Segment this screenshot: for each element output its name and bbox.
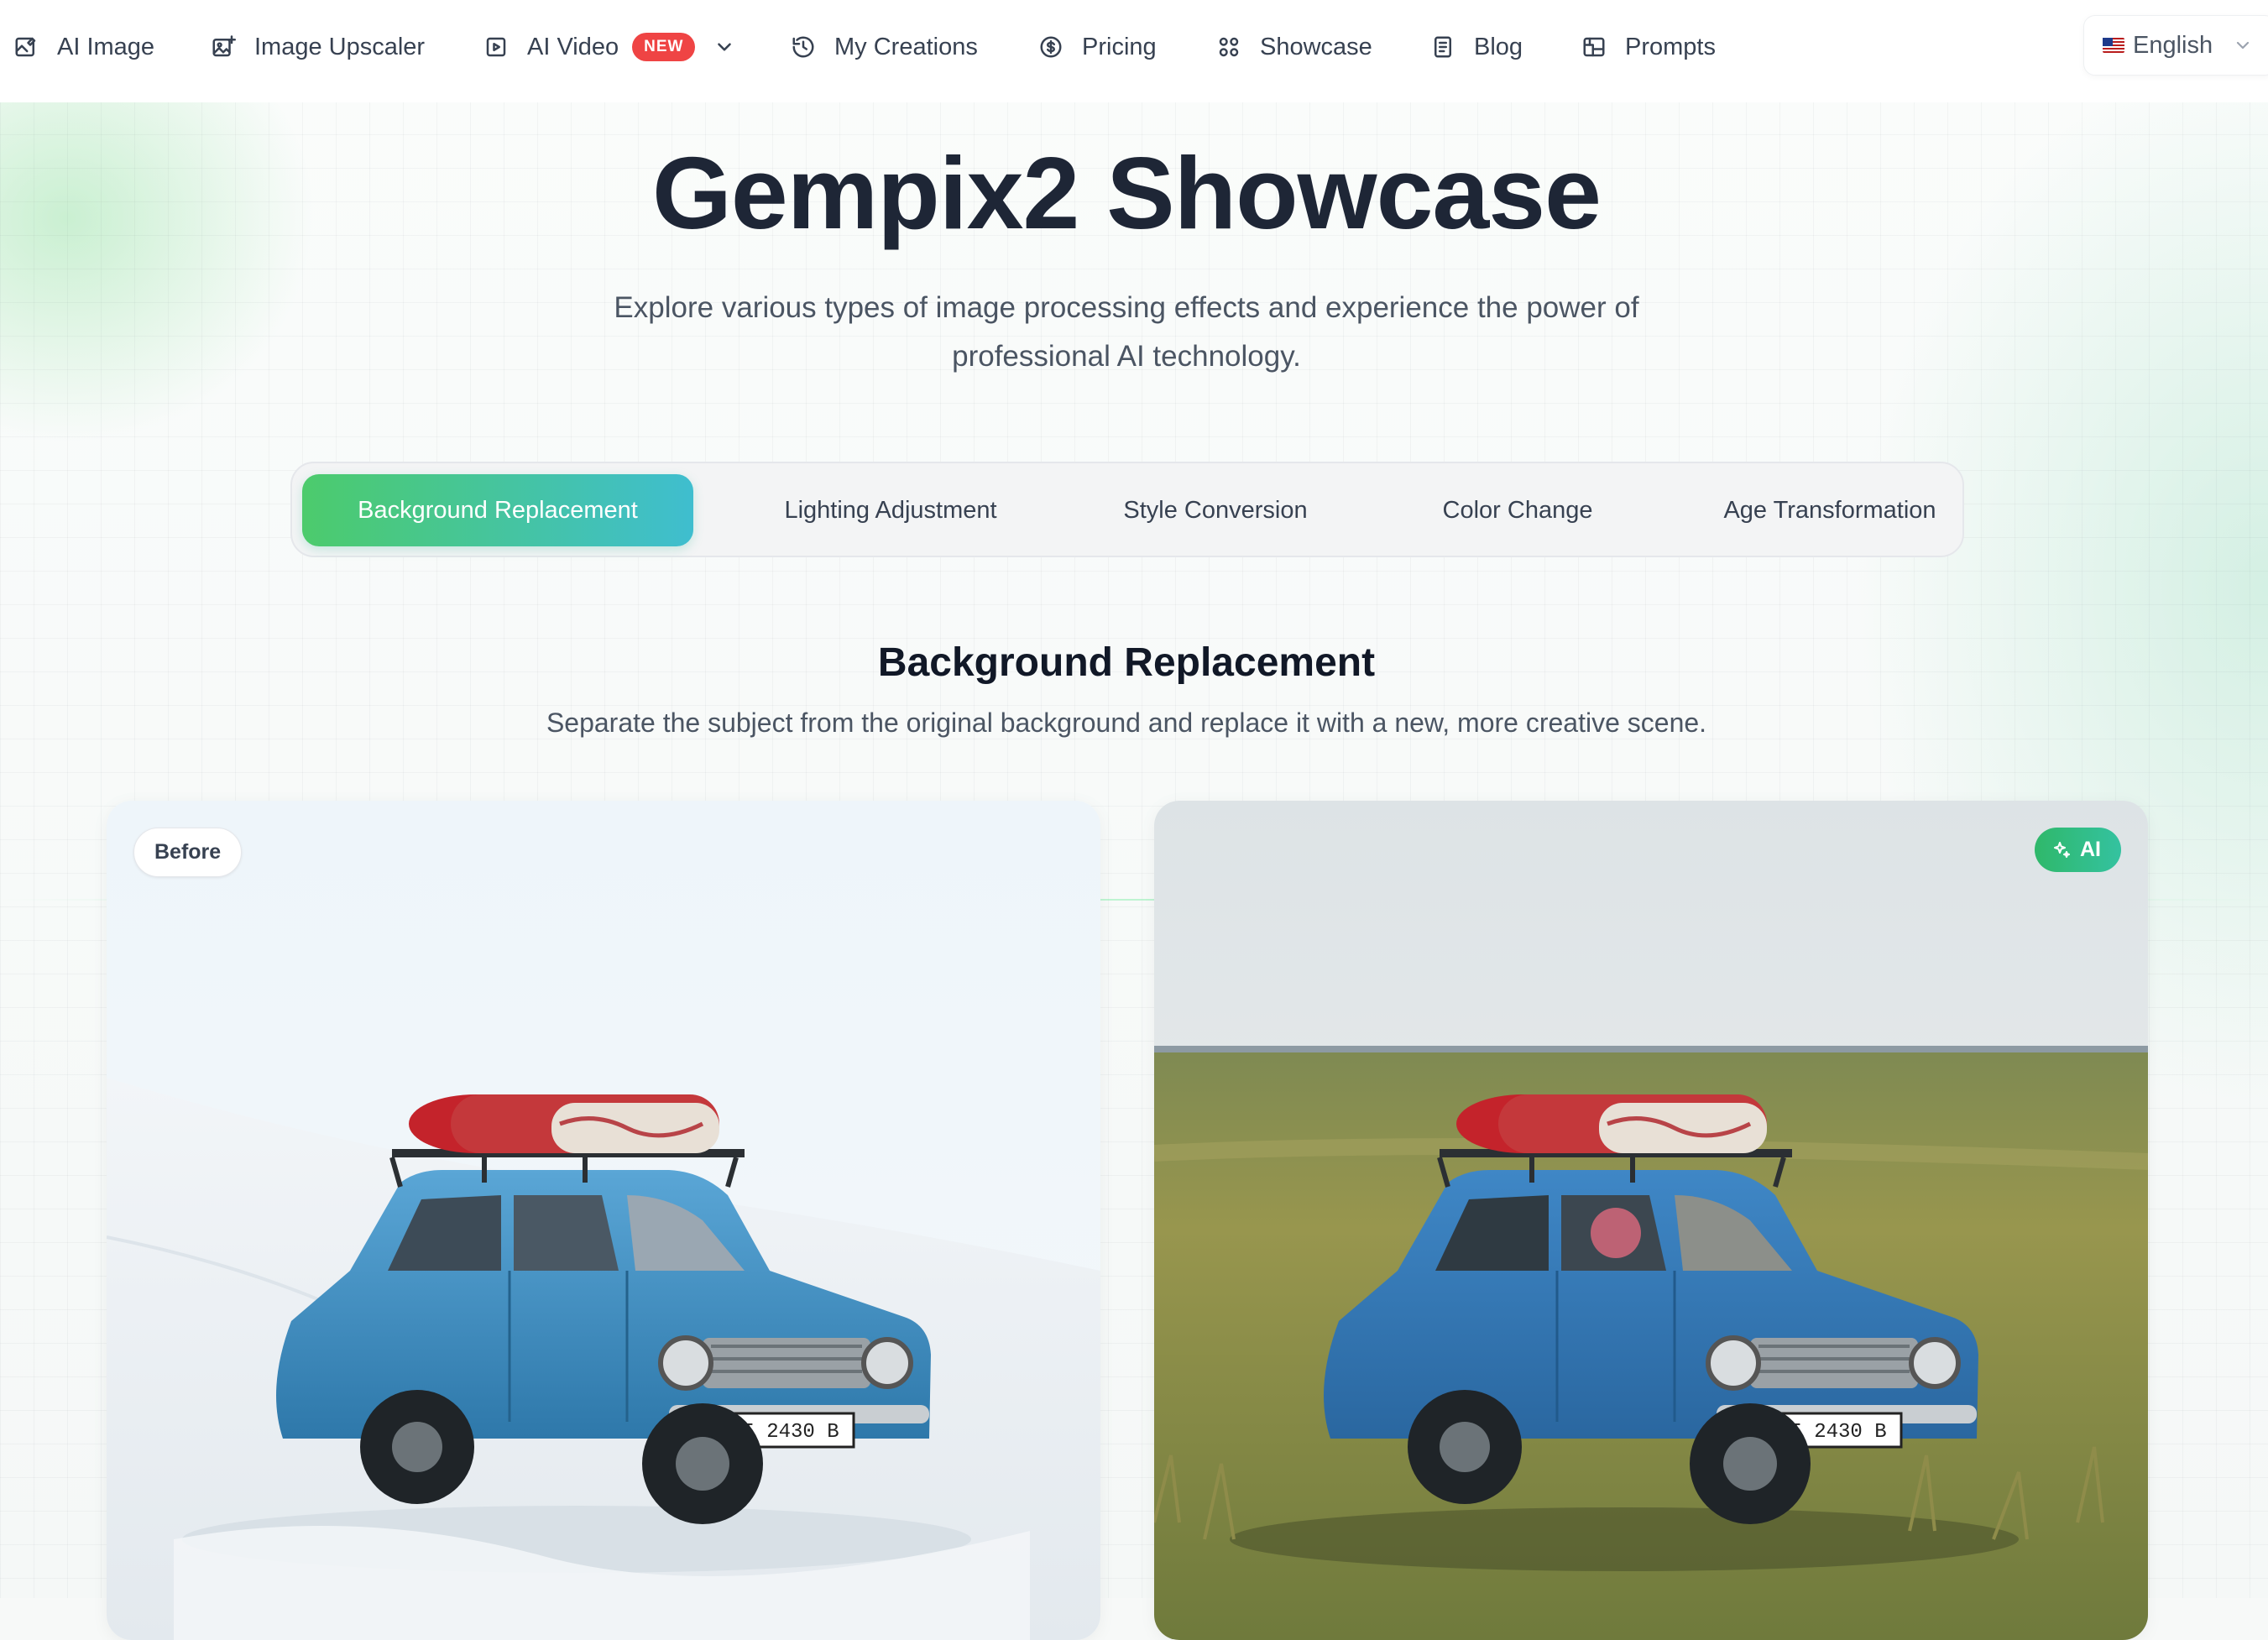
nav-ai-image-label: AI Image	[57, 33, 155, 60]
tab-lighting-adjustment[interactable]: Lighting Adjustment	[724, 474, 1058, 546]
sparkle-icon	[2051, 840, 2072, 860]
top-navbar: AI Image Image Upscaler AI Video NEW My …	[0, 0, 2268, 102]
history-icon	[791, 34, 816, 60]
nav-showcase-label: Showcase	[1260, 33, 1372, 60]
nav-my-creations-label: My Creations	[834, 33, 978, 60]
nav-showcase[interactable]: Showcase	[1216, 25, 1372, 69]
nav-pricing[interactable]: Pricing	[1038, 25, 1157, 69]
ai-badge-label: AI	[2080, 838, 2101, 861]
tab-age-transformation[interactable]: Age Transformation	[1662, 474, 1998, 546]
image-edit-icon	[13, 34, 39, 60]
nav-image-upscaler-label: Image Upscaler	[254, 33, 426, 60]
section-title: Background Replacement	[877, 640, 1376, 685]
nav-blog-label: Blog	[1474, 33, 1523, 60]
page-subtitle: Explore various types of image processin…	[580, 284, 1673, 381]
before-image-card[interactable]: I 2430 B Before	[107, 801, 1100, 1640]
nav-ai-image[interactable]: AI Image	[13, 25, 154, 69]
language-selector[interactable]: English	[2083, 15, 2268, 76]
after-image-card[interactable]: I 2430 B AI	[1154, 801, 2148, 1640]
chevron-down-icon	[2233, 35, 2253, 55]
after-image-grassland-car: I 2430 B	[1154, 801, 2148, 1640]
image-plus-icon	[211, 34, 236, 60]
page-subtitle-line-2: professional AI technology.	[952, 340, 1301, 373]
new-badge: NEW	[632, 33, 696, 61]
page-title: Gempix2 Showcase	[652, 136, 1602, 250]
nav-pricing-label: Pricing	[1082, 33, 1157, 60]
nav-ai-video[interactable]: AI Video NEW	[483, 25, 735, 69]
tab-color-change[interactable]: Color Change	[1373, 474, 1662, 546]
us-flag-icon	[2103, 38, 2124, 53]
before-badge: Before	[133, 828, 243, 877]
nav-prompts[interactable]: Prompts	[1581, 25, 1716, 69]
play-square-icon	[483, 34, 509, 60]
page-subtitle-line-1: Explore various types of image processin…	[614, 291, 1639, 324]
chevron-down-icon[interactable]	[713, 36, 735, 58]
document-icon	[1430, 34, 1455, 60]
ai-badge: AI	[2035, 828, 2121, 872]
tab-style-conversion[interactable]: Style Conversion	[1058, 474, 1373, 546]
grid-circles-icon	[1216, 34, 1241, 60]
dollar-circle-icon	[1038, 34, 1063, 60]
section-description: Separate the subject from the original b…	[546, 708, 1707, 738]
language-label: English	[2133, 31, 2213, 59]
tab-background-replacement[interactable]: Background Replacement	[302, 474, 693, 546]
nav-prompts-label: Prompts	[1625, 33, 1716, 60]
nav-image-upscaler[interactable]: Image Upscaler	[211, 25, 425, 69]
nav-ai-video-label: AI Video	[527, 33, 619, 60]
nav-my-creations[interactable]: My Creations	[791, 25, 978, 69]
before-image-snow-car: I 2430 B	[107, 801, 1100, 1640]
gallery-icon	[1581, 34, 1607, 60]
category-tabs: Background Replacement Lighting Adjustme…	[290, 462, 1964, 557]
nav-blog[interactable]: Blog	[1430, 25, 1523, 69]
